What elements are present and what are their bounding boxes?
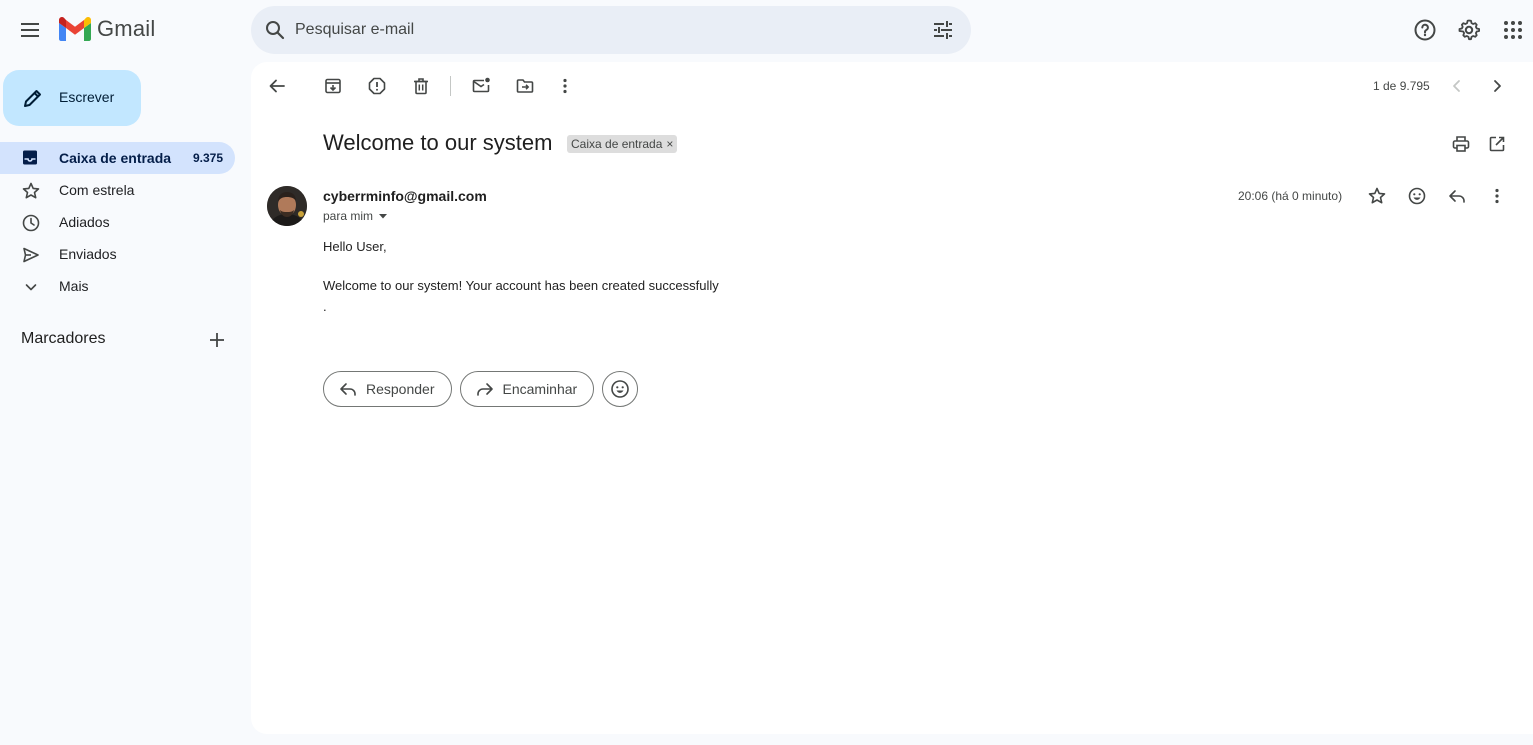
chevron-left-icon [1447, 76, 1467, 96]
forward-icon [475, 379, 495, 399]
top-bar: Gmail [0, 0, 1533, 62]
email-subject: Welcome to our system [323, 130, 553, 155]
send-icon [21, 245, 41, 265]
reply-button[interactable] [1445, 184, 1469, 208]
reply-actions: Responder Encaminhar [323, 371, 639, 407]
message-more-button[interactable] [1485, 184, 1509, 208]
print-icon [1451, 134, 1471, 154]
gmail-m-icon [59, 17, 91, 41]
older-button[interactable] [1483, 74, 1511, 98]
label-chip-text: Caixa de entrada [571, 137, 663, 151]
sidebar-item-more[interactable]: Mais [0, 270, 235, 302]
reply-icon [338, 379, 358, 399]
app-name: Gmail [97, 16, 156, 41]
star-icon [1367, 186, 1387, 206]
trash-icon [411, 76, 431, 96]
move-to-folder-icon [515, 76, 535, 96]
sidebar-item-label: Caixa de entrada [59, 150, 172, 166]
back-button[interactable] [263, 74, 291, 98]
body-paragraph: Welcome to our system! Your account has … [323, 278, 719, 293]
forward-pill-button[interactable]: Encaminhar [459, 371, 595, 407]
recipient-details-toggle[interactable]: para mim [323, 209, 390, 223]
sidebar-item-label: Adiados [59, 214, 110, 230]
mark-unread-icon [471, 76, 491, 96]
more-options-button[interactable] [551, 74, 579, 98]
pagination-text: 1 de 9.795 [1373, 79, 1430, 93]
help-icon [1413, 18, 1437, 42]
spam-icon [367, 76, 387, 96]
sidebar-item-sent[interactable]: Enviados [0, 238, 235, 270]
pencil-icon [21, 86, 45, 110]
caret-down-icon [376, 209, 390, 223]
apps-grid-icon [1503, 20, 1523, 40]
search-icon[interactable] [263, 18, 287, 42]
move-to-button[interactable] [511, 74, 539, 98]
body-paragraph: . [323, 299, 327, 314]
chevron-right-icon [1487, 76, 1507, 96]
email-body: Hello User, Welcome to our system! Your … [323, 237, 719, 316]
unread-count: 9.375 [192, 151, 223, 165]
search-options-icon[interactable] [931, 18, 955, 42]
message-timestamp: 20:06 (há 0 minuto) [1238, 189, 1343, 203]
remove-label-icon[interactable]: × [666, 137, 673, 151]
gear-icon [1457, 18, 1481, 42]
print-button[interactable] [1447, 132, 1475, 156]
sidebar-item-label: Enviados [59, 246, 117, 262]
sidebar-item-starred[interactable]: Com estrela [0, 174, 235, 206]
newer-button[interactable] [1443, 74, 1471, 98]
arrow-left-icon [267, 76, 287, 96]
sender-email[interactable]: cyberrminfo@gmail.com [323, 188, 487, 204]
clock-icon [21, 213, 41, 233]
more-vert-icon [1487, 186, 1507, 206]
body-greeting: Hello User, [323, 239, 387, 254]
emoji-icon [610, 379, 630, 399]
archive-button[interactable] [319, 74, 347, 98]
sidebar-item-label: Mais [59, 278, 89, 294]
star-button[interactable] [1365, 184, 1389, 208]
star-icon [21, 181, 41, 201]
reply-label: Responder [366, 381, 435, 397]
reply-icon [1447, 186, 1467, 206]
labels-section-header: Marcadores [21, 330, 235, 350]
mark-unread-button[interactable] [467, 74, 495, 98]
sidebar-item-inbox[interactable]: Caixa de entrada 9.375 [0, 142, 235, 174]
report-spam-button[interactable] [363, 74, 391, 98]
recipient-text: para mim [323, 209, 374, 223]
message-view: 1 de 9.795 Welcome to our system Caixa d… [251, 62, 1533, 734]
settings-button[interactable] [1449, 10, 1489, 50]
labels-title: Marcadores [21, 330, 106, 347]
sidebar-item-label: Com estrela [59, 182, 135, 198]
add-label-icon[interactable] [207, 330, 227, 350]
open-in-new-icon [1487, 134, 1507, 154]
label-chip[interactable]: Caixa de entrada × [567, 135, 678, 153]
hamburger-icon [21, 23, 41, 37]
archive-icon [323, 76, 343, 96]
forward-label: Encaminhar [502, 381, 578, 397]
add-reaction-button[interactable] [1405, 184, 1429, 208]
apps-button[interactable] [1493, 10, 1533, 50]
more-vert-icon [555, 76, 575, 96]
inbox-icon [21, 149, 41, 167]
delete-button[interactable] [407, 74, 435, 98]
gmail-logo[interactable]: Gmail [59, 16, 155, 42]
compose-label: Escrever [59, 89, 115, 105]
search-bar[interactable] [251, 6, 971, 54]
sidebar-nav: Caixa de entrada 9.375 Com estrela Adiad… [0, 142, 235, 302]
reply-pill-button[interactable]: Responder [323, 371, 452, 407]
sidebar-item-snoozed[interactable]: Adiados [0, 206, 235, 238]
compose-button[interactable]: Escrever [3, 70, 141, 126]
search-input[interactable] [295, 16, 895, 44]
help-button[interactable] [1405, 10, 1445, 50]
emoji-icon [1407, 186, 1427, 206]
main-menu-button[interactable] [11, 10, 51, 50]
toolbar-divider [450, 76, 451, 96]
reaction-pill-button[interactable] [602, 371, 639, 407]
sender-avatar[interactable] [267, 186, 307, 226]
chevron-down-icon [21, 277, 41, 297]
open-new-window-button[interactable] [1483, 132, 1511, 156]
